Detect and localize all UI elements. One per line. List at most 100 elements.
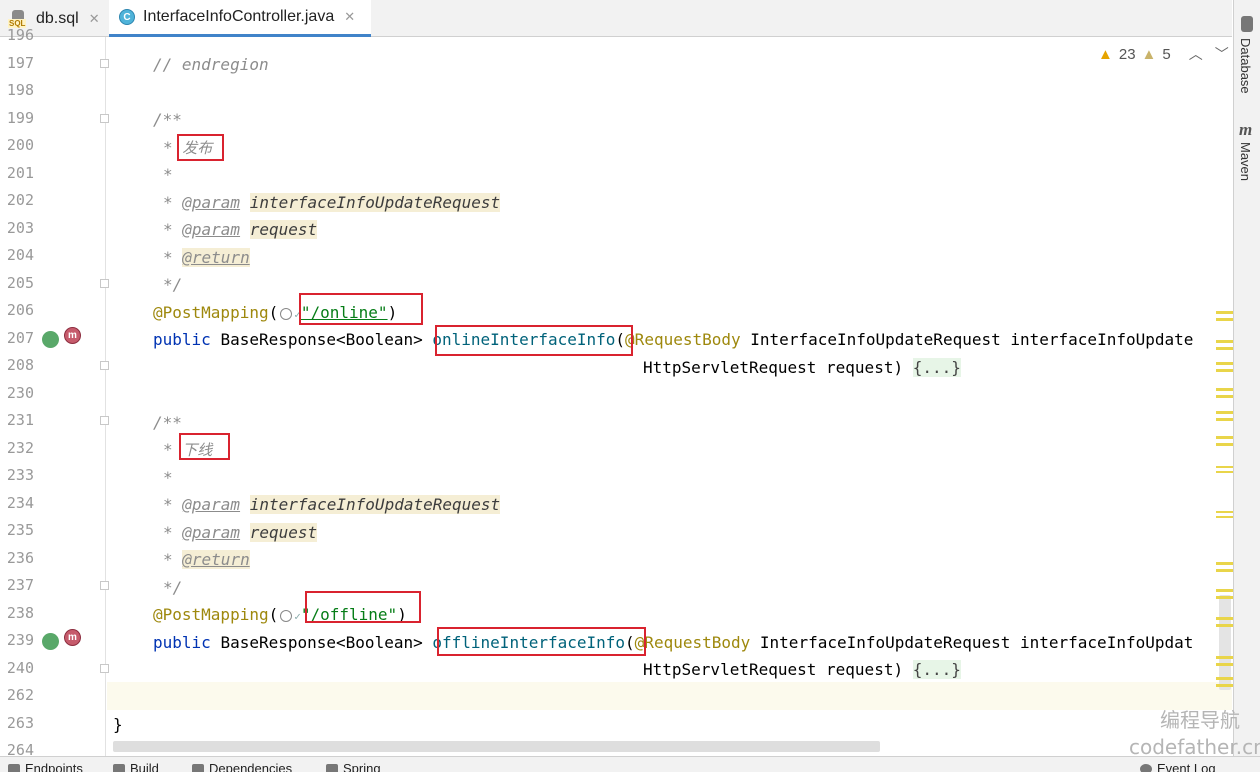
chevron-up-icon[interactable]: ︿ [1189, 44, 1203, 64]
database-tool-button[interactable]: Database [1238, 38, 1253, 94]
line-number: 235 [6, 521, 34, 539]
line-number-gutter[interactable]: 196 197 198 199 200 201 202 203 204 205 … [0, 26, 109, 759]
folded-code-block[interactable]: {...} [912, 660, 961, 679]
endpoint-gutter-icon[interactable] [42, 633, 59, 650]
error-stripe-mark[interactable] [1216, 347, 1234, 350]
error-stripe-mark[interactable] [1216, 617, 1234, 620]
endpoints-tool-button[interactable]: Endpoints [8, 761, 83, 772]
line-number: 205 [6, 274, 34, 292]
code-line-237: */ [163, 578, 183, 597]
code-line-199: /** [153, 110, 182, 129]
line-number: 231 [6, 411, 34, 429]
line-number: 234 [6, 494, 34, 512]
chevron-down-icon[interactable]: ﹀ [1215, 44, 1229, 64]
code-line-204: * @return [163, 248, 250, 267]
line-number: 230 [6, 384, 34, 402]
spring-tool-button[interactable]: Spring [326, 761, 381, 772]
database-icon[interactable] [1241, 16, 1253, 32]
error-stripe-mark[interactable] [1216, 443, 1234, 446]
line-number: 262 [6, 686, 34, 704]
event-log-icon [1140, 763, 1152, 772]
highlight-box-online-method [435, 325, 633, 356]
horizontal-scrollbar-thumb[interactable] [113, 741, 880, 752]
endpoints-icon [8, 763, 20, 772]
error-stripe-mark[interactable] [1216, 418, 1234, 421]
line-number: 232 [6, 439, 34, 457]
code-line-202: * @param interfaceInfoUpdateRequest [163, 193, 501, 212]
highlight-box-publish [177, 134, 224, 161]
code-line-208: HttpServletRequest request) {...} [643, 358, 961, 377]
error-stripe-mark[interactable] [1216, 388, 1234, 391]
globe-icon[interactable] [280, 609, 293, 622]
error-stripe-mark[interactable] [1216, 311, 1234, 314]
dependencies-tool-button[interactable]: Dependencies [192, 761, 292, 772]
line-number: 203 [6, 219, 34, 237]
maven-tool-button[interactable]: Maven [1238, 142, 1253, 181]
sql-file-icon: SQL [8, 9, 30, 28]
code-editor[interactable]: // endregion /** * 发布 * * @param interfa… [107, 37, 1232, 756]
code-line-233: * [163, 468, 173, 487]
error-stripe-mark[interactable] [1216, 589, 1234, 592]
line-number: 207 [6, 329, 34, 347]
hammer-icon [113, 763, 125, 772]
folded-code-block[interactable]: {...} [912, 358, 961, 377]
line-number: 236 [6, 549, 34, 567]
error-stripe-mark[interactable] [1216, 656, 1234, 659]
code-line-234: * @param interfaceInfoUpdateRequest [163, 495, 501, 514]
line-number: 196 [6, 26, 34, 44]
weak-warning-icon: ▲ [1141, 45, 1157, 63]
line-number: 239 [6, 631, 34, 649]
error-stripe-mark[interactable] [1216, 466, 1234, 468]
error-stripe-mark[interactable] [1216, 471, 1234, 473]
editor-tab-bar: SQL db.sql ✕ C InterfaceInfoController.j… [0, 0, 1232, 37]
bottom-tool-bar: Endpoints Build Dependencies Spring Even… [0, 756, 1260, 772]
error-stripe-mark[interactable] [1216, 663, 1234, 666]
warning-count: 23 [1118, 45, 1136, 63]
close-icon[interactable]: ✕ [89, 11, 100, 27]
error-stripe-mark[interactable] [1216, 395, 1234, 398]
spring-icon [326, 763, 338, 772]
java-class-icon: C [119, 9, 135, 25]
code-line-207: public BaseResponse<Boolean> onlineInter… [153, 330, 1194, 349]
error-stripe-mark[interactable] [1216, 624, 1234, 627]
tab-interfaceinfocontroller[interactable]: C InterfaceInfoController.java ✕ [109, 0, 371, 37]
globe-icon[interactable] [280, 307, 293, 320]
request-mapping-icon[interactable]: m [64, 629, 81, 646]
vertical-scrollbar-thumb[interactable] [1219, 595, 1231, 690]
error-stripe-mark[interactable] [1216, 318, 1234, 321]
code-line-263: } [113, 715, 123, 734]
code-line-201: * [163, 165, 173, 184]
line-number: 208 [6, 356, 34, 374]
error-stripe-mark[interactable] [1216, 596, 1234, 599]
request-mapping-icon[interactable]: m [64, 327, 81, 344]
error-stripe-mark[interactable] [1216, 516, 1234, 518]
highlight-box-offline [179, 433, 230, 460]
error-stripe-mark[interactable] [1216, 369, 1234, 372]
error-stripe-mark[interactable] [1216, 411, 1234, 414]
error-stripe-mark[interactable] [1216, 436, 1234, 439]
error-stripe-mark[interactable] [1216, 677, 1234, 680]
error-stripe-mark[interactable] [1216, 362, 1234, 365]
event-log-tool-button[interactable]: Event Log [1140, 761, 1216, 772]
line-number: 206 [6, 301, 34, 319]
right-tool-strip: Database m Maven [1233, 0, 1260, 760]
maven-icon[interactable]: m [1239, 120, 1252, 140]
highlight-box-online-path [299, 293, 423, 325]
code-line-231: /** [153, 413, 182, 432]
endpoint-gutter-icon[interactable] [42, 331, 59, 348]
error-stripe-mark[interactable] [1216, 562, 1234, 565]
line-number: 198 [6, 81, 34, 99]
inspection-widget[interactable]: ▲ 23 ▲ 5 ︿ ﹀ [1098, 44, 1229, 64]
error-stripe-mark[interactable] [1216, 340, 1234, 343]
code-line-236: * @return [163, 550, 250, 569]
check-icon: ✓ [294, 610, 301, 623]
error-stripe-mark[interactable] [1216, 684, 1234, 687]
close-icon[interactable]: ✕ [344, 9, 355, 25]
build-tool-button[interactable]: Build [113, 761, 159, 772]
line-number: 263 [6, 714, 34, 732]
line-number: 233 [6, 466, 34, 484]
error-stripe-mark[interactable] [1216, 511, 1234, 513]
code-line-197: // endregion [153, 55, 269, 74]
error-stripe-mark[interactable] [1216, 569, 1234, 572]
tab-label: db.sql [36, 9, 79, 27]
